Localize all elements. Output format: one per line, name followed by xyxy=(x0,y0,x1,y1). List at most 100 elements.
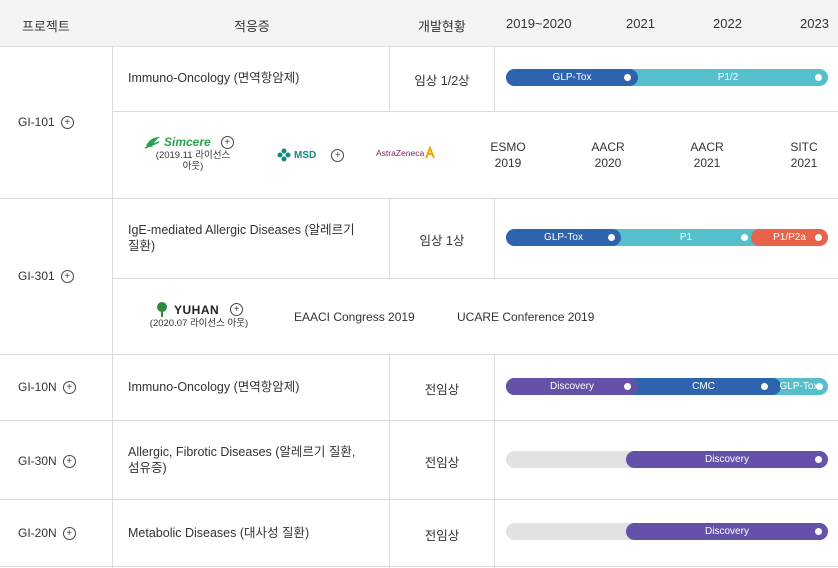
conference-esmo-2019: ESMO 2019 xyxy=(478,139,538,171)
project-gi-30n[interactable]: GI-30N + xyxy=(18,454,76,468)
indication-text: Immuno-Oncology (면역항암제) xyxy=(128,380,300,394)
expand-plus-icon[interactable]: + xyxy=(60,115,74,129)
header-project: 프로젝트 xyxy=(22,19,70,34)
status-text: 전임상 xyxy=(424,456,460,470)
simcere-logo-text: Simcere xyxy=(164,135,211,149)
indication-line: 섬유증) xyxy=(128,461,167,475)
conference-aacr-2020: AACR 2020 xyxy=(578,139,638,171)
indication-text: IgE-mediated Allergic Diseases (알레르기 질환) xyxy=(128,222,355,254)
project-name: GI-301 xyxy=(18,269,55,283)
segment-end-dot xyxy=(761,383,768,390)
license-note-line: (2019.11 라이선스 xyxy=(155,150,231,161)
indication-line: 질환) xyxy=(128,239,156,253)
segment-end-dot xyxy=(608,234,615,241)
yuhan-logo-text: YUHAN xyxy=(174,302,220,317)
status-text: 전임상 xyxy=(424,383,460,397)
indication-text: Immuno-Oncology (면역항암제) xyxy=(128,71,300,85)
expand-plus-icon[interactable]: + xyxy=(230,303,244,316)
conference-name: ESMO xyxy=(490,140,526,154)
status-text: 임상 1상 xyxy=(419,234,465,248)
yuhan-license-note: (2020.07 라이선스 아웃) xyxy=(149,318,249,329)
indication-text: Metabolic Diseases (대사성 질환) xyxy=(128,526,310,540)
expand-plus-icon[interactable]: + xyxy=(62,454,76,468)
partner-astrazeneca: AstraZeneca xyxy=(376,146,436,160)
project-gi-101[interactable]: GI-101 + xyxy=(18,115,74,129)
indication-text: Allergic, Fibrotic Diseases (알레르기 질환, 섬유… xyxy=(128,444,355,476)
segment-end-dot xyxy=(816,383,823,390)
conference-aacr-2021: AACR 2021 xyxy=(677,139,737,171)
expand-plus-icon[interactable]: + xyxy=(60,269,74,283)
row-divider xyxy=(112,278,838,279)
header-status: 개발현황 xyxy=(418,19,466,34)
partner-yuhan: YUHAN + xyxy=(153,302,244,317)
conference-year: 2021 xyxy=(790,156,818,170)
segment-end-dot xyxy=(815,234,822,241)
row-divider xyxy=(0,354,838,355)
timeline-bar: GLP-Tox P1 P1/P2a xyxy=(506,229,828,246)
msd-logo-icon xyxy=(277,148,291,162)
row-divider xyxy=(0,499,838,500)
segment-end-dot xyxy=(741,234,748,241)
status-text: 전임상 xyxy=(424,529,460,543)
table-header: 프로젝트 적응증 개발현황 2019~2020 2021 2022 2023 xyxy=(0,0,838,47)
column-divider xyxy=(494,46,495,111)
indication-line: Allergic, Fibrotic Diseases (알레르기 질환, xyxy=(128,445,356,459)
conference-name: AACR xyxy=(591,140,625,154)
simcere-license-note: (2019.11 라이선스 아웃) xyxy=(146,150,240,172)
expand-plus-icon[interactable]: + xyxy=(62,526,76,540)
indication-line: IgE-mediated Allergic Diseases (알레르기 xyxy=(128,223,355,237)
conference-year: 2021 xyxy=(693,156,721,170)
header-year-2021: 2021 xyxy=(626,16,655,31)
row-divider xyxy=(0,198,838,199)
project-gi-10n[interactable]: GI-10N + xyxy=(18,380,76,394)
expand-plus-icon[interactable]: + xyxy=(220,135,234,149)
segment-p1: P1 xyxy=(679,232,693,243)
conference-year: 2020 xyxy=(594,156,622,170)
segment-discovery: Discovery xyxy=(626,523,828,540)
segment-end-dot xyxy=(624,383,631,390)
conference-ucare-2019: UCARE Conference 2019 xyxy=(457,310,595,324)
conference-name: AACR xyxy=(690,140,724,154)
timeline-bar: CMC Discovery GLP-Tox xyxy=(506,378,828,395)
row-divider xyxy=(0,420,838,421)
timeline-bar: Discovery xyxy=(506,451,828,468)
header-indication: 적응증 xyxy=(234,19,270,34)
header-year-2022: 2022 xyxy=(713,16,742,31)
timeline-bar: GLP-Tox P1/2 xyxy=(506,69,828,86)
segment-end-dot xyxy=(815,528,822,535)
conference-year: 2019 xyxy=(494,156,522,170)
project-name: GI-30N xyxy=(18,454,57,468)
segment-end-dot xyxy=(624,74,631,81)
expand-plus-icon[interactable]: + xyxy=(331,148,345,162)
header-year-2019-2020: 2019~2020 xyxy=(506,16,572,31)
segment-discovery: Discovery xyxy=(626,451,828,468)
segment-end-dot xyxy=(815,74,822,81)
row-divider xyxy=(112,111,838,112)
license-note-line: 아웃) xyxy=(182,161,204,172)
segment-glp-tox: GLP-Tox xyxy=(506,229,621,246)
astrazeneca-logo-icon xyxy=(425,146,436,159)
simcere-logo-icon xyxy=(144,137,160,149)
segment-cmc: CMC xyxy=(626,378,781,395)
segment-p1-2: P1/2 xyxy=(717,72,739,83)
row-divider xyxy=(0,566,838,567)
conference-eaaci-2019: EAACI Congress 2019 xyxy=(294,310,415,324)
column-divider xyxy=(112,46,113,568)
status-text: 임상 1/2상 xyxy=(414,74,470,88)
segment-discovery: Discovery xyxy=(506,378,638,395)
segment-end-dot xyxy=(815,456,822,463)
expand-plus-icon[interactable]: + xyxy=(62,380,76,394)
conference-name: SITC xyxy=(790,140,818,154)
partner-simcere: Simcere + xyxy=(144,135,234,149)
project-name: GI-20N xyxy=(18,526,57,540)
timeline-bar: Discovery xyxy=(506,523,828,540)
project-name: GI-10N xyxy=(18,380,57,394)
project-gi-20n[interactable]: GI-20N + xyxy=(18,526,76,540)
project-name: GI-101 xyxy=(18,115,55,129)
yuhan-tree-logo-icon xyxy=(157,302,167,317)
conference-sitc-2021: SITC 2021 xyxy=(774,139,834,171)
project-gi-301[interactable]: GI-301 + xyxy=(18,269,74,283)
msd-logo-text: MSD xyxy=(294,149,317,161)
astrazeneca-logo-text: AstraZeneca xyxy=(376,148,425,158)
column-divider xyxy=(494,355,495,568)
